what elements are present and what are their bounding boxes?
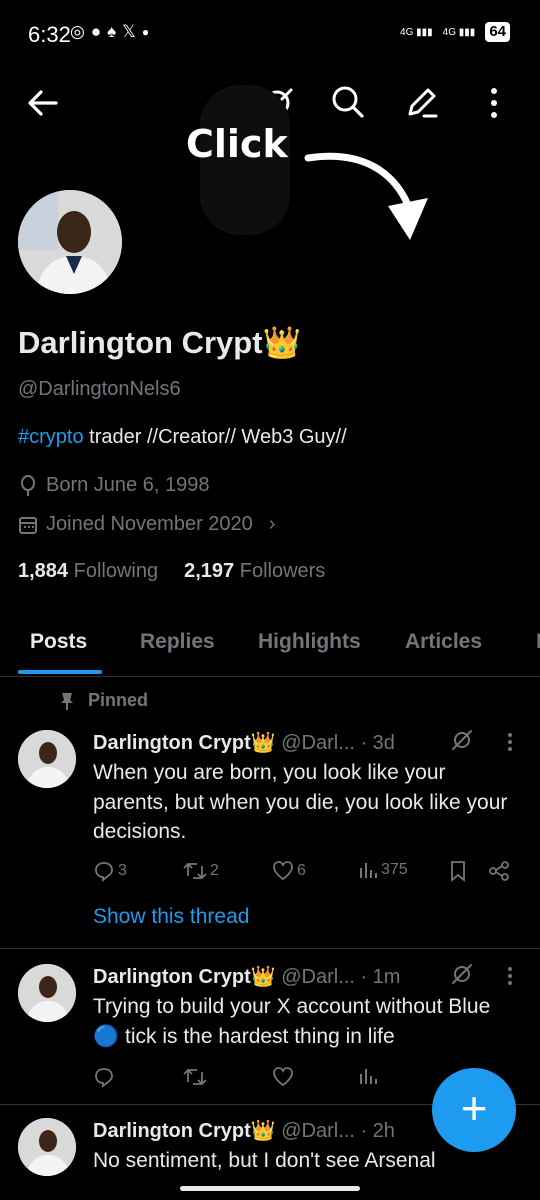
battery-icon: 64: [485, 22, 510, 42]
show-thread-link[interactable]: Show this thread: [93, 905, 249, 929]
x-icon: 𝕏: [122, 22, 136, 41]
tweet-author-handle[interactable]: @Darl...: [281, 1120, 355, 1142]
dot-icon: ●: [141, 25, 150, 39]
whatsapp-icon: ◎: [70, 22, 85, 41]
grok-icon[interactable]: [450, 728, 474, 752]
tweet-header: Darlington Crypt👑 @Darl... · 1m: [93, 964, 400, 989]
compose-button[interactable]: +: [432, 1068, 516, 1152]
tweet-author-handle[interactable]: @Darl...: [281, 966, 355, 988]
notification-icons: ◎ ● ♠ 𝕏 ●: [70, 22, 149, 42]
tweet-time: · 3d: [360, 732, 395, 754]
like-button[interactable]: 6: [272, 860, 306, 882]
repost-count: 2: [210, 862, 219, 879]
annotation-arrow-icon: [300, 140, 440, 250]
annotation-click-text: Click: [186, 122, 288, 166]
following-count: 1,884: [18, 560, 69, 582]
views-button[interactable]: [358, 1066, 378, 1086]
bookmark-button[interactable]: [448, 860, 468, 882]
tab-highlights[interactable]: Highlights: [258, 630, 361, 654]
joined-text: Joined November 2020: [46, 513, 253, 535]
edit-icon[interactable]: [404, 84, 440, 120]
tweet-header: Darlington Crypt👑 @Darl... · 3d: [93, 730, 395, 755]
balloon-icon: [18, 474, 38, 497]
followers-label: Followers: [239, 560, 326, 582]
status-bar: 6:32 ◎ ● ♠ 𝕏 ● 4G ▮▮▮ 4G ▮▮▮ 64: [0, 0, 540, 70]
calendar-icon: [18, 515, 38, 535]
reply-button[interactable]: [93, 1066, 115, 1088]
repost-button[interactable]: 2: [183, 860, 219, 882]
tweet-header: Darlington Crypt👑 @Darl... · 2h: [93, 1118, 395, 1143]
tweet-time: · 2h: [360, 1120, 395, 1142]
active-tab-indicator: [18, 670, 102, 674]
profile-tabs: Posts Replies Highlights Articles M: [0, 610, 540, 677]
system-icons: 4G ▮▮▮ 4G ▮▮▮ 64: [400, 22, 510, 42]
reply-count: 3: [118, 862, 127, 879]
back-button[interactable]: [26, 86, 60, 120]
snapchat-icon: ♠: [107, 22, 117, 41]
like-button[interactable]: [272, 1066, 294, 1088]
search-icon[interactable]: [330, 84, 366, 120]
tweet-more-icon[interactable]: [506, 732, 514, 752]
signal-icon-1: 4G ▮▮▮: [400, 26, 433, 38]
tweet-author-name[interactable]: Darlington Crypt👑: [93, 1120, 276, 1142]
home-indicator[interactable]: [180, 1186, 360, 1191]
tweet-author-name[interactable]: Darlington Crypt👑: [93, 966, 276, 988]
profile-joined[interactable]: Joined November 2020 ›: [18, 513, 275, 536]
tweet-actions: 3 2 6 375: [0, 860, 540, 886]
chat-icon: ●: [90, 22, 102, 41]
status-time: 6:32: [28, 22, 71, 47]
repost-button[interactable]: [183, 1066, 207, 1088]
followers-count: 2,197: [184, 560, 235, 582]
more-icon[interactable]: [484, 86, 504, 120]
views-button[interactable]: 375: [358, 860, 408, 880]
profile-stats: 1,884 Following 2,197 Followers: [18, 560, 325, 583]
profile-handle: @DarlingtonNels6: [18, 378, 181, 400]
tab-articles[interactable]: Articles: [405, 630, 482, 654]
tweet-avatar[interactable]: [18, 730, 76, 788]
following-link[interactable]: 1,884 Following: [18, 560, 158, 583]
views-count: 375: [381, 861, 408, 878]
tweet-avatar[interactable]: [18, 964, 76, 1022]
bio-hashtag[interactable]: #crypto: [18, 426, 84, 448]
tweet-text: Trying to build your X account without B…: [93, 995, 491, 1048]
tab-replies[interactable]: Replies: [140, 630, 215, 654]
signal-icon-2: 4G ▮▮▮: [442, 26, 476, 38]
profile-birthdate: Born June 6, 1998: [18, 474, 209, 497]
profile-name: Darlington Crypt👑: [18, 325, 302, 360]
birthdate-text: Born June 6, 1998: [46, 474, 210, 496]
tweet-text: No sentiment, but I don't see Arsenal: [93, 1149, 436, 1172]
reply-button[interactable]: 3: [93, 860, 127, 882]
tab-more[interactable]: M: [536, 630, 540, 654]
grok-icon[interactable]: [450, 962, 474, 986]
bio-text: trader //Creator// Web3 Guy//: [83, 426, 347, 448]
pin-icon: [60, 691, 74, 711]
tweet-text: When you are born, you look like your pa…: [93, 761, 508, 843]
profile-avatar[interactable]: [18, 190, 122, 294]
tweet-time: · 1m: [360, 966, 401, 988]
share-button[interactable]: [488, 860, 510, 882]
tab-posts[interactable]: Posts: [30, 630, 87, 654]
followers-link[interactable]: 2,197 Followers: [184, 560, 325, 583]
pinned-text: Pinned: [88, 690, 149, 710]
like-count: 6: [297, 862, 306, 879]
tweet-more-icon[interactable]: [506, 966, 514, 986]
divider: [0, 948, 540, 949]
following-label: Following: [73, 560, 159, 582]
tweet-avatar[interactable]: [18, 1118, 76, 1176]
tweet-author-name[interactable]: Darlington Crypt👑: [93, 732, 276, 754]
profile-bio: #crypto trader //Creator// Web3 Guy//: [18, 426, 347, 449]
pinned-label: Pinned: [60, 690, 148, 711]
tweet-author-handle[interactable]: @Darl...: [281, 732, 355, 754]
chevron-right-icon: ›: [268, 513, 276, 535]
